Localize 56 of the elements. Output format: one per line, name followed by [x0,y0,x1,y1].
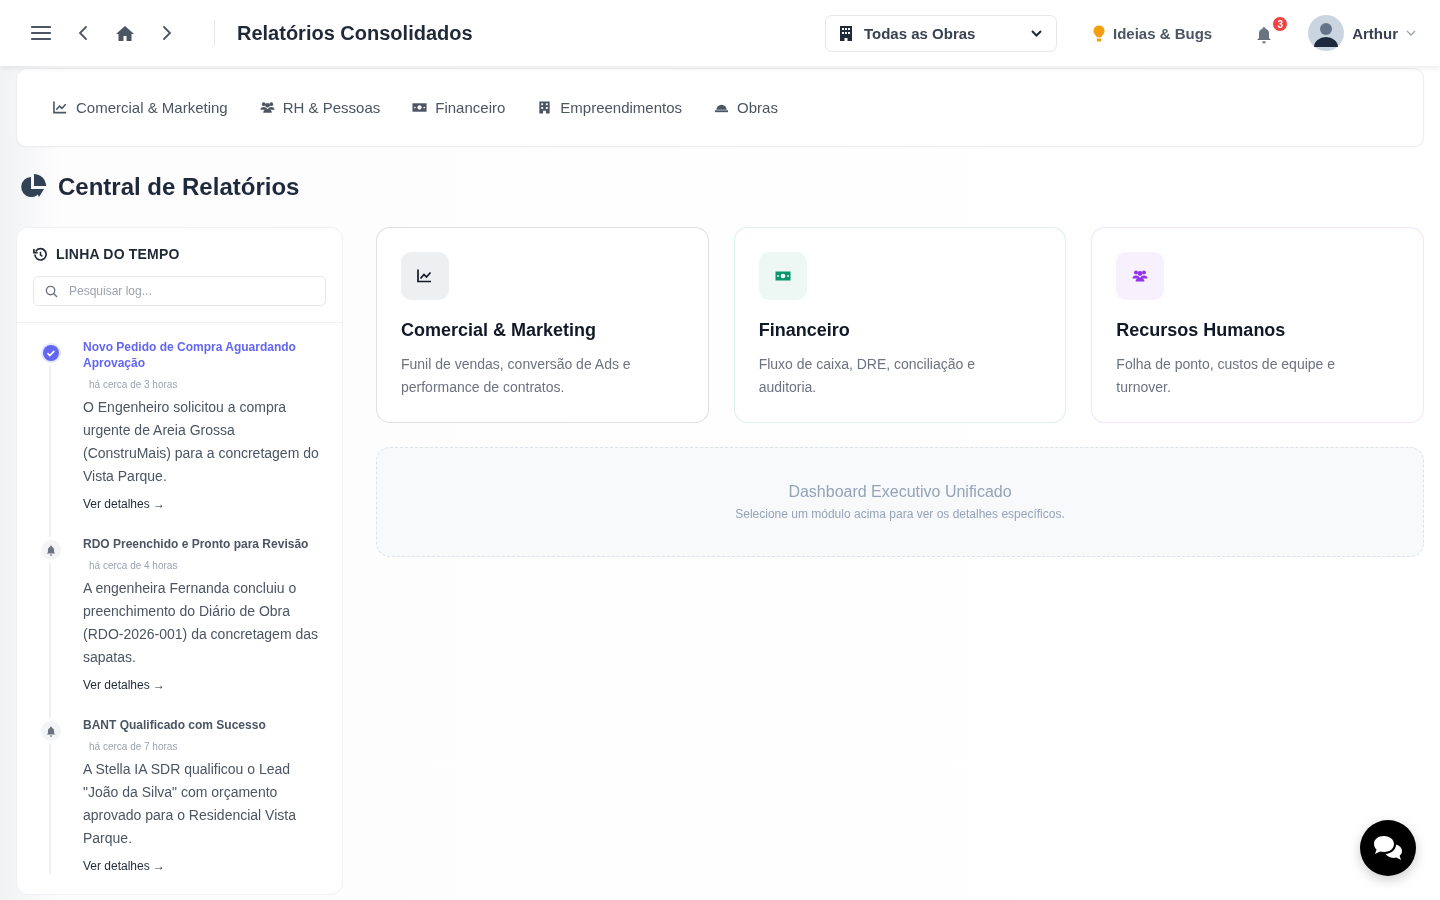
people-icon [259,100,275,115]
tab[interactable]: Empreendimentos [537,99,683,116]
search-icon [45,285,58,298]
module-description: Fluxo de caixa, DRE, conciliação e auditoria. [758,355,976,397]
tab[interactable]: RH & Pessoas [259,99,381,116]
module-title: Financeiro [758,320,851,341]
tab[interactable]: Comercial & Marketing [53,99,228,116]
check-icon [41,343,61,363]
event-time: há cerca de 4 horas [89,560,179,571]
timeline-title: LINHA DO TEMPO [56,246,180,262]
dashboard-title: Dashboard Executivo Unificado [788,483,1012,501]
module-title: Comercial & Marketing [401,320,598,341]
dashboard-subtitle: Selecione um módulo acima para ver os detalhes específicos. [735,507,1065,521]
details-link[interactable]: Ver detalhes → [83,678,166,692]
lightbulb-icon [1092,24,1105,42]
module-description: Funil de vendas, conversão de Ads e performance de contratos. [401,355,632,397]
chat-button[interactable] [1360,820,1416,876]
details-link[interactable]: Ver detalhes → [83,859,166,873]
pie-chart-icon [20,174,46,200]
module-card[interactable]: Recursos Humanos Folha de ponto, custos de equipe e turnover. [1091,227,1424,423]
event-description: A engenheira Fernanda concluiu o preenchimento do Diário de Obra (RDO-2026-001) da concretagem das sapatas. [83,579,319,667]
bell-icon [41,540,61,560]
event-title: Novo Pedido de Compra Aguardando Aprovação [83,339,297,371]
notifications-button[interactable] [1256,26,1273,44]
chat-bubbles-icon [1372,834,1404,862]
banknote-icon [412,100,428,115]
page-title: Central de Relatórios [58,173,300,201]
avatar [1308,15,1345,51]
tab[interactable]: Financeiro [412,99,506,116]
module-title: Recursos Humanos [1116,320,1287,341]
event-title: BANT Qualificado com Sucesso [83,717,267,733]
project-select[interactable]: Todas as Obras [824,14,1057,52]
details-link[interactable]: Ver detalhes → [83,497,166,511]
user-menu[interactable]: Arthur [1308,15,1416,51]
event-time: há cerca de 3 horas [89,379,179,390]
search-field[interactable]: Pesquisar log... [33,276,326,306]
line-chart-icon [53,100,68,115]
module-description: Folha de ponto, custos de equipe e turnover. [1116,355,1337,397]
event-title: RDO Preenchido e Pronto para Revisão [83,536,310,552]
ideas-link[interactable]: Ideias & Bugs [1092,24,1213,42]
chevron-left-icon [78,25,88,41]
chevron-down-icon [1030,29,1042,37]
event-description: O Engenheiro solicitou a compra urgente de Areia Grossa (ConstruMais) para a concretagem do Vista Parque. [83,398,320,486]
bell-icon [41,721,61,741]
module-card[interactable]: Financeiro Fluxo de caixa, DRE, conciliação e auditoria. [733,227,1067,423]
chevron-right-icon [162,25,172,41]
event-time: há cerca de 7 horas [89,741,179,752]
history-icon [33,246,48,262]
event-description: A Stella IA SDR qualificou o Lead "João da Silva" com orçamento aprovado para o Residencial Vista Parque. [83,760,297,848]
building-icon [839,25,852,41]
building-icon [537,100,553,115]
notification-badge: 3 [1272,16,1289,32]
page-header-title: Relatórios Consolidados [237,21,473,45]
chevron-down-icon [1406,30,1416,36]
tab[interactable]: Obras [714,99,778,116]
module-card[interactable]: Comercial & Marketing Funil de vendas, conversão de Ads e performance de contratos. [376,227,709,423]
